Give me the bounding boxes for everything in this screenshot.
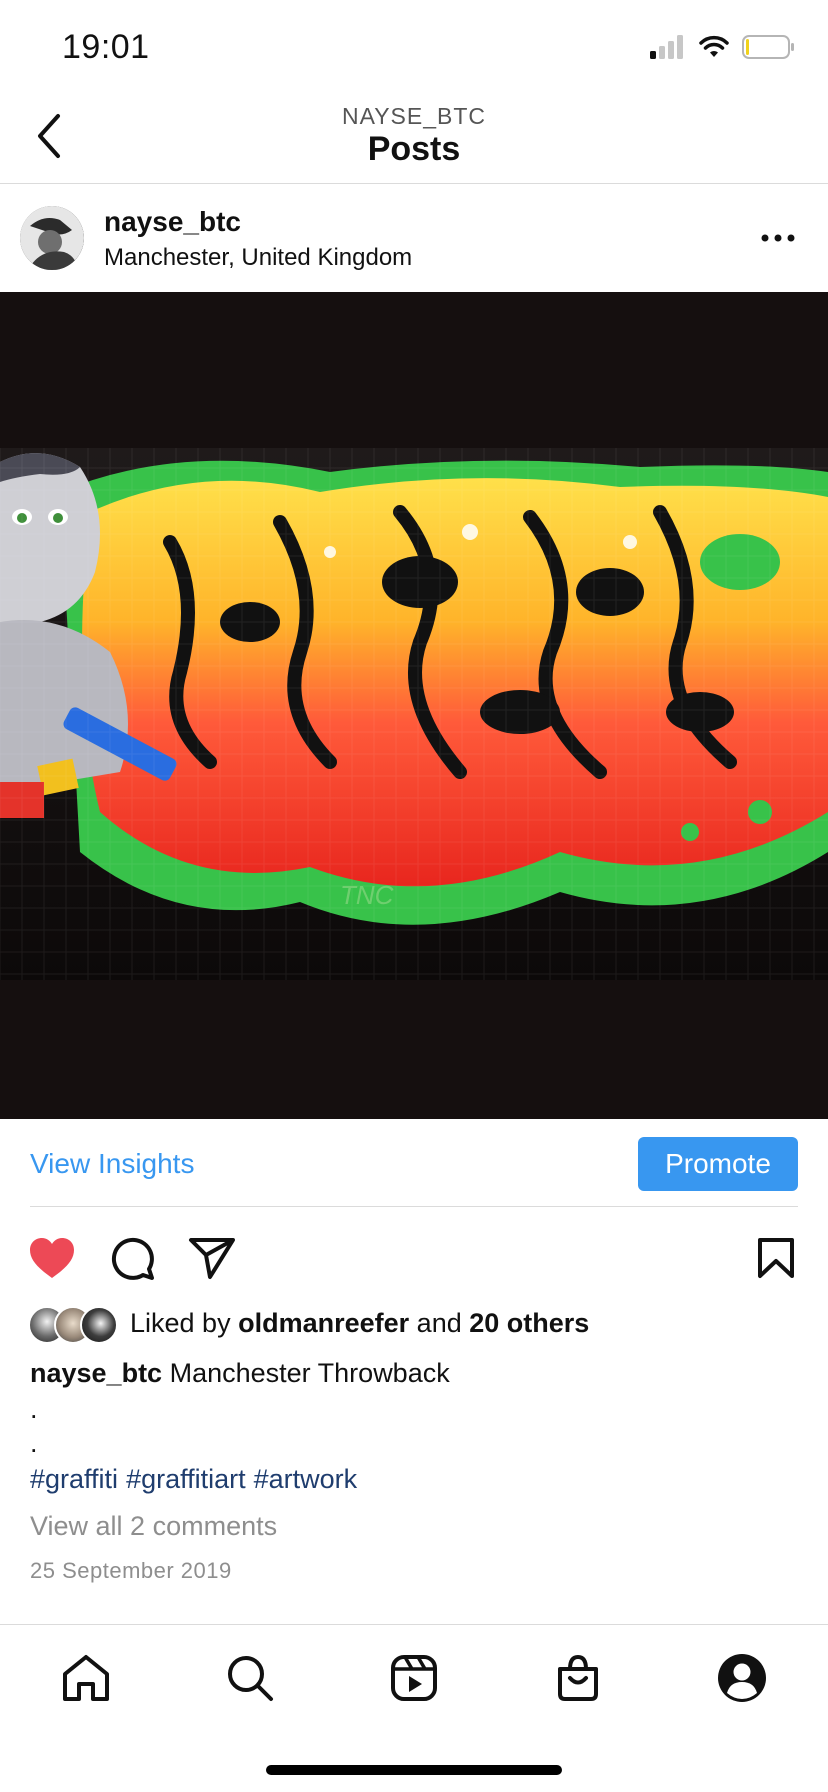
- caption-username[interactable]: nayse_btc: [30, 1358, 162, 1388]
- liker-avatars[interactable]: [28, 1306, 120, 1344]
- home-icon: [63, 1655, 109, 1701]
- status-icons: [650, 34, 796, 60]
- comment-icon: [111, 1237, 154, 1280]
- promote-button[interactable]: Promote: [638, 1137, 798, 1191]
- more-horizontal-icon: [761, 234, 795, 242]
- avatar[interactable]: [20, 206, 84, 270]
- nav-profile[interactable]: [714, 1650, 770, 1706]
- liker-avatar: [80, 1306, 118, 1344]
- battery-icon: [742, 35, 794, 59]
- wifi-icon: [699, 35, 729, 57]
- likes-connector: and: [416, 1308, 462, 1338]
- view-all-comments-link[interactable]: View all 2 comments: [30, 1511, 277, 1542]
- heart-filled-icon: [30, 1238, 74, 1278]
- artwork-tag: TNC: [340, 880, 394, 910]
- header-account-name: NAYSE_BTC: [341, 103, 487, 129]
- nav-home[interactable]: [58, 1650, 114, 1706]
- more-options-button[interactable]: [756, 222, 800, 254]
- likes-prefix: Liked by: [130, 1308, 231, 1338]
- post-username[interactable]: nayse_btc: [104, 206, 241, 238]
- header-divider: [0, 183, 828, 184]
- likes-summary[interactable]: Liked by oldmanreefer and 20 others: [130, 1308, 589, 1339]
- hashtag-link[interactable]: #graffiti: [30, 1464, 118, 1494]
- page-title: Posts: [367, 130, 461, 168]
- send-icon: [189, 1238, 235, 1279]
- status-time: 19:01: [62, 28, 150, 66]
- bottom-nav-divider: [0, 1624, 828, 1625]
- profile-icon: [718, 1654, 766, 1702]
- others-count-link[interactable]: 20 others: [469, 1308, 589, 1338]
- shop-icon: [558, 1654, 598, 1701]
- nav-reels[interactable]: [386, 1650, 442, 1706]
- first-liker-username[interactable]: oldmanreefer: [238, 1308, 409, 1338]
- avatar-image: [20, 206, 84, 270]
- nav-search[interactable]: [222, 1650, 278, 1706]
- post-date: 25 September 2019: [30, 1558, 232, 1583]
- graffiti-artwork-image: TNC: [0, 292, 828, 1119]
- caption: nayse_btc Manchester Throwback: [30, 1358, 450, 1389]
- hashtag-link[interactable]: #graffitiart: [126, 1464, 246, 1494]
- comment-button[interactable]: [106, 1232, 158, 1284]
- reels-icon: [391, 1655, 437, 1701]
- bookmark-icon: [758, 1238, 794, 1278]
- search-icon: [228, 1656, 273, 1701]
- signal-icon: [650, 35, 683, 59]
- view-insights-link[interactable]: View Insights: [30, 1148, 194, 1180]
- home-indicator[interactable]: [266, 1765, 562, 1775]
- nav-shop[interactable]: [550, 1650, 606, 1706]
- caption-dot-line: .: [30, 1428, 38, 1458]
- hashtag-link[interactable]: #artwork: [254, 1464, 358, 1494]
- post-image[interactable]: TNC: [0, 292, 828, 1119]
- insights-divider: [30, 1206, 798, 1207]
- hashtags: #graffiti #graffitiart #artwork: [30, 1464, 365, 1495]
- caption-text: Manchester Throwback: [169, 1358, 450, 1388]
- caption-dot-line: .: [30, 1394, 38, 1424]
- post-location[interactable]: Manchester, United Kingdom: [104, 244, 412, 272]
- share-button[interactable]: [186, 1232, 238, 1284]
- like-button[interactable]: [26, 1232, 78, 1284]
- save-button[interactable]: [750, 1232, 802, 1284]
